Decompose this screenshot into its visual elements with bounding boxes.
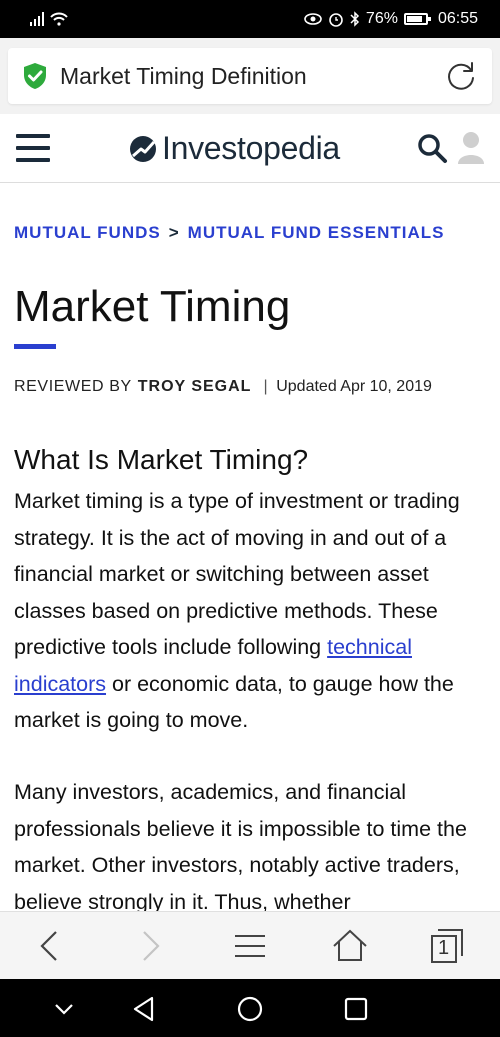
reviewer-name[interactable]: TROY SEGAL	[138, 378, 252, 396]
breadcrumb-mutual-funds[interactable]: MUTUAL FUNDS	[14, 223, 161, 243]
site-header: Investopedia	[0, 114, 500, 183]
tab-count: 1	[438, 937, 450, 959]
reviewed-by-label: REVIEWED BY	[14, 378, 132, 395]
breadcrumb: MUTUAL FUNDS > MUTUAL FUND ESSENTIALS	[14, 223, 445, 243]
title-underline	[14, 344, 56, 349]
paragraph-1-text: Market timing is a type of investment or…	[14, 489, 460, 659]
bluetooth-icon	[350, 11, 359, 27]
clock: 06:55	[437, 10, 478, 27]
home-icon[interactable]	[332, 928, 368, 964]
eye-icon	[304, 13, 322, 25]
menu-icon[interactable]	[232, 928, 268, 964]
browser-toolbar: 1	[0, 911, 500, 980]
battery-percent: 76%	[365, 10, 398, 27]
logo-text: Investopedia	[162, 130, 340, 166]
nav-home-icon[interactable]	[236, 995, 264, 1023]
system-nav-bar	[0, 979, 500, 1037]
battery-icon	[403, 13, 431, 25]
updated-date: Updated Apr 10, 2019	[276, 378, 432, 395]
section-heading: What Is Market Timing?	[14, 444, 309, 475]
article-title: Market Timing	[14, 282, 291, 331]
breadcrumb-separator: >	[168, 223, 180, 242]
nav-down-icon[interactable]	[50, 995, 78, 1023]
breadcrumb-mutual-fund-essentials[interactable]: MUTUAL FUND ESSENTIALS	[188, 223, 445, 243]
back-icon[interactable]	[32, 928, 68, 964]
status-right: 76% 06:55	[304, 10, 478, 28]
logo-mark-icon	[130, 135, 156, 162]
byline-divider: |	[263, 378, 269, 395]
paragraph-2: Many investors, academics, and financial…	[14, 780, 467, 914]
site-logo[interactable]: Investopedia	[128, 130, 340, 167]
address-bar-area: Market Timing Definition	[0, 38, 500, 114]
shield-check-icon[interactable]	[22, 62, 48, 90]
status-bar: 76% 06:55	[0, 0, 500, 38]
forward-icon[interactable]	[132, 928, 168, 964]
nav-back-icon[interactable]	[130, 995, 158, 1023]
address-bar[interactable]: Market Timing Definition	[8, 48, 492, 104]
wifi-icon	[50, 12, 68, 26]
byline: REVIEWED BY TROY SEGAL | Updated Apr 10,…	[14, 378, 432, 396]
tabs-icon[interactable]: 1	[430, 928, 464, 964]
reload-icon[interactable]	[444, 59, 478, 93]
alarm-icon	[329, 13, 343, 27]
paragraph-1: Market timing is a type of investment or…	[14, 483, 490, 739]
user-icon[interactable]	[456, 130, 486, 166]
nav-recents-icon[interactable]	[342, 995, 370, 1023]
signal-icon	[30, 12, 44, 26]
status-left	[30, 12, 68, 26]
search-icon[interactable]	[416, 132, 448, 164]
hamburger-menu-icon[interactable]	[16, 134, 50, 162]
page-title-in-address-bar[interactable]: Market Timing Definition	[60, 63, 444, 90]
